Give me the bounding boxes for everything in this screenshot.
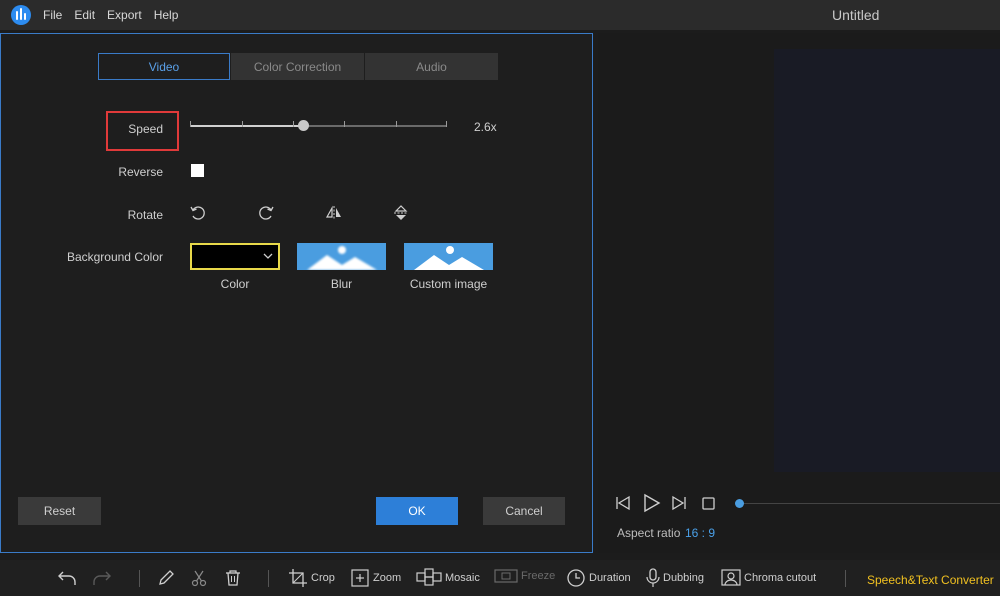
trash-icon[interactable]: [224, 569, 242, 587]
crop-label: Crop: [311, 572, 335, 584]
speed-label: Speed: [128, 122, 163, 136]
speed-slider-fill: [190, 125, 304, 127]
speed-slider-thumb[interactable]: [298, 120, 310, 131]
custom-image-option-thumbnail[interactable]: [404, 243, 493, 270]
edit-pencil-icon[interactable]: [157, 569, 175, 587]
prev-frame-icon[interactable]: [615, 495, 631, 511]
background-color-dropdown[interactable]: [190, 243, 280, 270]
reverse-label: Reverse: [118, 165, 163, 179]
slider-tick: [344, 121, 345, 127]
duration-tool[interactable]: Duration: [566, 568, 631, 588]
play-icon[interactable]: [643, 493, 661, 513]
cancel-button[interactable]: Cancel: [483, 497, 565, 525]
blur-option-label: Blur: [330, 277, 353, 291]
menu-edit[interactable]: Edit: [74, 8, 95, 22]
preview-panel: Aspect ratio 16 : 9: [598, 33, 1000, 553]
ok-button[interactable]: OK: [376, 497, 458, 525]
playback-progress-track[interactable]: [739, 503, 1000, 504]
rotate-left-icon[interactable]: [189, 204, 207, 222]
mosaic-label: Mosaic: [445, 572, 480, 584]
redo-icon[interactable]: [92, 569, 112, 587]
playback-progress-handle[interactable]: [735, 499, 744, 508]
scissors-icon[interactable]: [191, 569, 207, 587]
video-edit-panel: Video Color Correction Audio Speed 2.6x …: [0, 33, 593, 553]
rotate-label: Rotate: [127, 208, 163, 222]
aspect-ratio-value[interactable]: 16 : 9: [685, 526, 715, 540]
toolbar-separator: [268, 570, 269, 587]
crop-icon: [289, 569, 307, 587]
undo-icon[interactable]: [57, 569, 77, 587]
video-preview: [774, 49, 1000, 472]
menu-help[interactable]: Help: [154, 8, 179, 22]
background-color-label: Background Color: [66, 250, 163, 264]
aspect-ratio-label: Aspect ratio: [617, 526, 681, 540]
bottom-toolbar: Crop Zoom Mosaic Freeze Duration Dubbing…: [0, 560, 1000, 596]
slider-tick: [242, 121, 243, 127]
crop-tool[interactable]: Crop: [288, 568, 335, 588]
chroma-cutout-label: Chroma cutout: [744, 572, 817, 584]
chevron-down-icon: [263, 253, 273, 259]
speed-slider[interactable]: [190, 120, 447, 131]
slider-tick: [446, 121, 447, 127]
duration-label: Duration: [589, 572, 631, 584]
zoom-icon: [351, 569, 369, 587]
custom-image-option-label: Custom image: [409, 277, 488, 291]
color-option-label: Color: [220, 277, 250, 291]
clock-icon: [567, 569, 585, 587]
zoom-label: Zoom: [373, 572, 402, 584]
reset-button[interactable]: Reset: [18, 497, 101, 525]
speech-text-converter-button[interactable]: Speech&Text Converter: [867, 573, 994, 587]
toolbar-separator: [845, 570, 846, 587]
document-title: Untitled: [832, 7, 880, 23]
stop-icon[interactable]: [702, 497, 715, 510]
app-logo-icon: [11, 5, 31, 25]
landscape-image-icon: [307, 246, 377, 270]
next-frame-icon[interactable]: [671, 495, 687, 511]
freeze-icon: [494, 569, 518, 583]
flip-horizontal-icon[interactable]: [325, 204, 343, 222]
tab-audio[interactable]: Audio: [365, 53, 498, 80]
toolbar-separator: [139, 570, 140, 587]
speed-value: 2.6x: [474, 120, 497, 134]
tab-color-correction[interactable]: Color Correction: [231, 53, 364, 80]
rotate-right-icon[interactable]: [257, 204, 275, 222]
landscape-image-icon: [414, 246, 484, 270]
menu-export[interactable]: Export: [107, 8, 142, 22]
reverse-checkbox[interactable]: [191, 164, 204, 177]
menu-bar: File Edit Export Help: [43, 0, 190, 30]
zoom-tool[interactable]: Zoom: [350, 568, 401, 588]
chroma-cutout-icon: [721, 569, 741, 586]
dubbing-tool[interactable]: Dubbing: [646, 568, 704, 588]
title-bar: File Edit Export Help Untitled: [0, 0, 1000, 30]
microphone-icon: [646, 568, 660, 587]
slider-tick: [396, 121, 397, 127]
tab-video[interactable]: Video: [98, 53, 230, 80]
tab-bar: Video Color Correction Audio: [98, 53, 499, 80]
flip-vertical-icon[interactable]: [392, 204, 410, 222]
freeze-label: Freeze: [521, 570, 556, 582]
blur-option-thumbnail[interactable]: [297, 243, 386, 270]
mosaic-icon: [416, 568, 442, 586]
slider-tick: [293, 121, 294, 127]
mosaic-tool[interactable]: Mosaic: [416, 568, 480, 588]
freeze-tool[interactable]: Freeze: [494, 568, 555, 584]
chroma-cutout-tool[interactable]: Chroma cutout: [721, 568, 816, 588]
dubbing-label: Dubbing: [663, 572, 704, 584]
menu-file[interactable]: File: [43, 8, 62, 22]
slider-tick: [190, 121, 191, 127]
